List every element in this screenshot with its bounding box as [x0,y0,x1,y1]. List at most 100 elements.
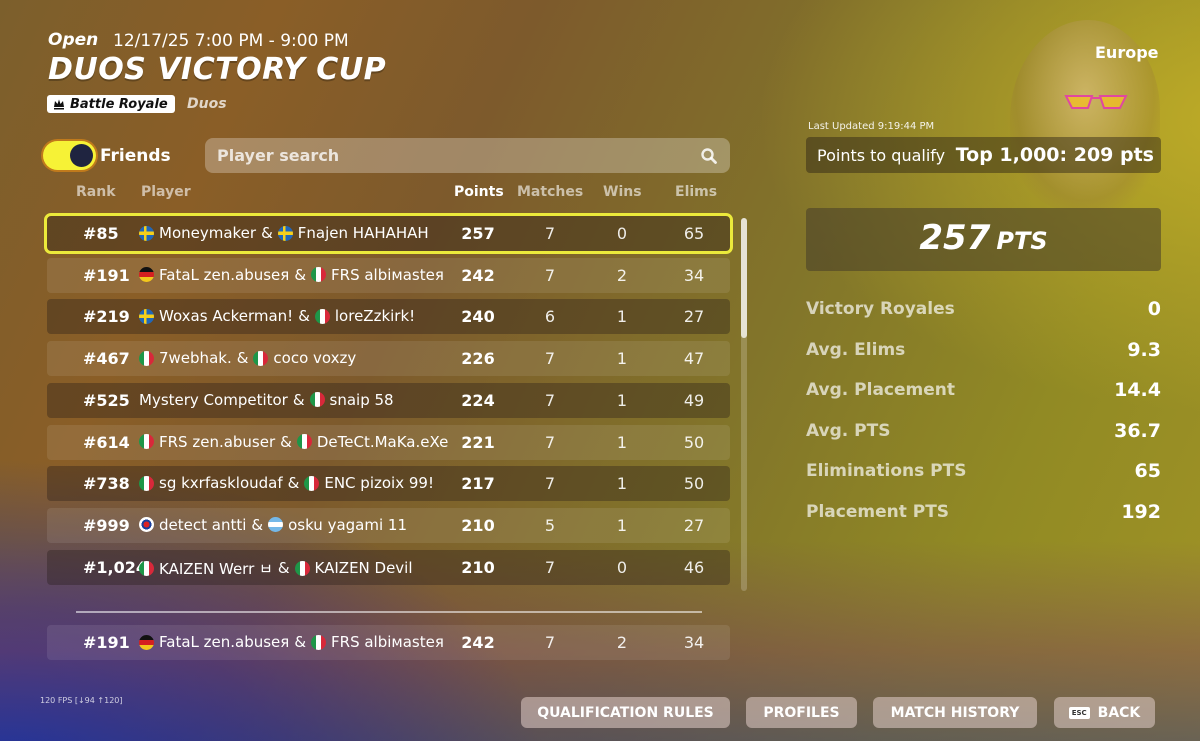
event-time: 12/17/25 7:00 PM - 9:00 PM [113,31,349,51]
stat-label: Victory Royales [806,299,955,319]
leaderboard-scrollbar[interactable] [741,218,747,591]
total-points-box: 257 PTS [806,208,1161,271]
stat-value: 65 [1134,460,1161,482]
flag-icon [314,308,330,324]
flag-icon [139,308,154,324]
table-row[interactable]: #525 Mystery Competitor & snaip 58 224 7 1 49 [47,382,730,418]
player-separator: & [287,474,300,493]
scroll-thumb[interactable] [741,218,747,338]
player-name: sg kxrfaskloudaf [159,474,283,493]
character-glasses [1064,95,1128,109]
rank-cell: #85 [83,224,119,243]
rank-cell: #467 [83,349,130,369]
stat-label: Avg. Placement [806,380,956,400]
stat-label: Avg. Elims [806,339,906,360]
stat-value: 14.4 [1114,379,1161,401]
wins-cell: 0 [616,557,628,577]
player-cell: detect antti & osku yagami 11 [139,516,407,534]
table-row[interactable]: #738 sg kxrfaskloudaf & ENC pizoix 99! 217 7 1… [47,466,730,502]
points-cell: 242 [461,265,495,285]
teammate-name: FRS albiмasteя [331,633,444,651]
wins-cell: 0 [616,224,628,243]
player-name: Woxas Ackerman! [159,307,294,326]
friends-label: Friends [100,146,171,166]
player-name: KAIZEN Werr ㅂ [159,559,273,578]
points-cell: 226 [461,349,495,369]
toggle-knob [70,144,93,167]
elims-cell: 65 [683,224,705,243]
flag-icon [309,392,325,408]
matches-cell: 7 [544,557,556,577]
player-cell: sg kxrfaskloudaf & ENC pizoix 99! [139,474,434,492]
matches-cell: 6 [544,307,556,327]
player-name: FataL zen.abuseя [159,265,290,284]
points-cell: 217 [461,474,495,494]
page-title: DUOS VICTORY CUP [48,52,387,87]
wins-cell: 1 [616,307,628,327]
table-row[interactable]: #219 Woxas Ackerman! & loreZzkirk! 240 6 1 27 [47,299,730,335]
player-name: Mystery Competitor [139,390,288,409]
col-header-elims[interactable]: Elims [675,184,717,200]
player-cell: Moneymaker & Fnajen HAHAHAH [139,224,429,242]
flag-icon [139,560,154,576]
points-cell: 242 [461,633,495,652]
col-header-points[interactable]: Points [454,184,504,200]
qualification-rules-button[interactable]: QUALIFICATION RULES [521,697,730,728]
match-history-button[interactable]: MATCH HISTORY [873,697,1037,728]
points-cell: 224 [461,390,495,410]
flag-icon [311,634,327,650]
search-input[interactable] [217,146,700,165]
flag-icon [253,350,269,366]
player-separator: & [294,265,307,284]
table-row[interactable]: #467 7webhak. & coco voxzy 226 7 1 47 [47,341,730,377]
stat-label: Eliminations PTS [806,461,967,481]
teammate-name: snaip 58 [329,390,394,409]
points-cell: 257 [461,224,495,243]
rank-cell: #191 [83,265,130,285]
back-button[interactable]: ESC BACK [1054,697,1155,728]
flag-icon [139,350,154,366]
player-separator: & [292,390,305,409]
flag-icon [139,225,154,241]
profiles-button[interactable]: PROFILES [746,697,857,728]
wins-cell: 1 [616,515,628,535]
points-cell: 210 [461,557,495,577]
player-search-bar[interactable] [205,138,730,173]
stat-value: 192 [1121,500,1161,523]
table-row[interactable]: #85 Moneymaker & Fnajen HAHAHAH 257 7 0 65 [44,213,733,254]
player-separator: & [277,559,290,578]
player-name: FataL zen.abuseя [159,633,290,651]
qualify-value: Top 1,000: 209 pts [955,144,1154,166]
crown-icon [54,99,64,110]
stat-row: Avg. Elims 9.3 [806,338,1161,362]
stat-row: Victory Royales 0 [806,297,1161,321]
search-icon[interactable] [700,147,718,165]
table-row[interactable]: #191 FataL zen.abuseя & FRS albiмasteя 242 7 2… [47,257,730,293]
elims-cell: 34 [683,633,705,652]
elims-cell: 50 [683,432,705,452]
elims-cell: 49 [683,390,705,410]
rank-cell: #738 [83,474,130,494]
table-row[interactable]: #999 detect antti & osku yagami 11 210 5 1 27 [47,507,730,543]
player-cell: Woxas Ackerman! & loreZzkirk! [139,307,415,325]
flag-icon [304,475,320,491]
table-row[interactable]: #1,024 KAIZEN Werr ㅂ & KAIZEN Devil 210 7 0 46 [47,549,730,585]
friends-toggle[interactable] [43,141,96,170]
elims-cell: 27 [683,307,705,327]
back-label: BACK [1097,704,1141,721]
player-separator: & [280,432,292,451]
rank-cell: #1,024 [83,557,148,577]
col-header-wins[interactable]: Wins [603,184,642,200]
player-separator: & [294,633,307,651]
elims-cell: 34 [683,265,705,285]
player-cell: FRS zen.abuser & DeTeCt.MaKa.eXe [139,433,448,451]
mode-label: Battle Royale [70,96,168,112]
teammate-name: ENC pizoix 99! [324,474,434,493]
rank-cell: #999 [83,515,130,535]
matches-cell: 7 [544,432,556,452]
stat-value: 36.7 [1114,419,1161,442]
stat-row: Avg. PTS 36.7 [806,419,1161,443]
col-header-matches[interactable]: Matches [517,184,583,200]
table-row[interactable]: #191 FataL zen.abuseя & FRS albiмasteя 242 7 2… [47,625,730,660]
table-row[interactable]: #614 FRS zen.abuser & DeTeCt.MaKa.eXe 221 7 1 5… [47,424,730,460]
